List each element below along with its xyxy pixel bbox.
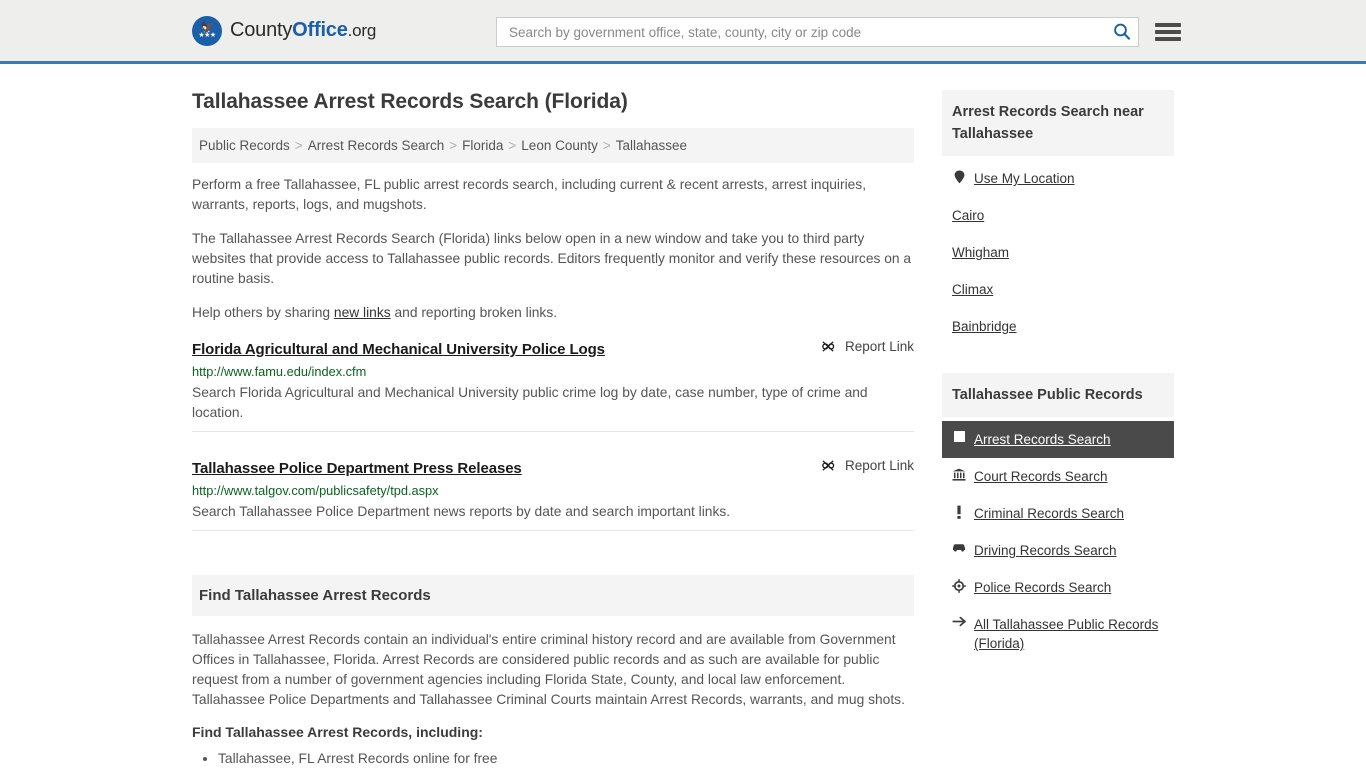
sidebar: Arrest Records Search near Tallahassee U… [942,64,1174,768]
list-item: Tallahassee, FL Arrest Records online fo… [218,748,914,768]
breadcrumb-item-arrest-records-search[interactable]: Arrest Records Search [308,138,445,153]
sidebar-near-list: Use My Location Cairo Whigham Climax Bai… [942,160,1174,345]
share-text-after: and reporting broken links. [390,305,558,320]
breadcrumb-separator: > [294,138,303,153]
intro-paragraph-3: Help others by sharing new links and rep… [192,303,914,323]
sidebar-item-climax[interactable]: Climax [942,271,1174,308]
sidebar-item-cairo[interactable]: Cairo [942,197,1174,234]
eagle-shield-icon: 🦅 ★★★ [192,15,222,46]
page-title: Tallahassee Arrest Records Search (Flori… [192,90,628,113]
sidebar-item-label: Criminal Records Search [974,506,1125,521]
main-column: Tallahassee Arrest Records Search (Flori… [192,64,914,768]
logo-text-office: Office [292,19,348,41]
new-links-link[interactable]: new links [334,305,391,320]
report-link-label: Report Link [844,339,914,354]
report-link-button[interactable]: Report Link [821,339,914,354]
result-divider [192,530,914,531]
sidebar-records-heading: Tallahassee Public Records [942,373,1174,417]
find-section-heading: Find Tallahassee Arrest Records [192,575,914,616]
sidebar-item-court-records-search[interactable]: Court Records Search [942,458,1174,495]
search-box[interactable] [496,17,1139,47]
sidebar-item-label: Driving Records Search [974,543,1117,558]
sidebar-item-all-public-records[interactable]: All Tallahassee Public Records (Florida) [942,606,1174,662]
breadcrumb: Public Records > Arrest Records Search > Flo… [192,128,914,163]
target-badge-icon [952,579,966,593]
breadcrumb-separator: > [602,138,611,153]
header-search-zone [496,17,1181,47]
intro-paragraph-1: Perform a free Tallahassee, FL public ar… [192,177,867,212]
result-description: Search Tallahassee Police Department new… [192,504,731,519]
sidebar-item-label: Arrest Records Search [974,432,1111,447]
sidebar-item-label: Court Records Search [974,469,1108,484]
breadcrumb-separator: > [449,138,458,153]
courthouse-icon [952,468,966,481]
logo-wordmark: CountyOffice.org [230,19,376,42]
car-icon [952,542,966,552]
white-square-icon [952,431,966,442]
breadcrumb-item-tallahassee[interactable]: Tallahassee [616,138,687,153]
sidebar-item-use-my-location[interactable]: Use My Location [942,160,1174,197]
result-url: http://www.famu.edu/index.cfm [192,364,367,379]
page-container: Tallahassee Arrest Records Search (Flori… [0,64,1366,768]
sidebar-item-bainbridge[interactable]: Bainbridge [942,308,1174,345]
broken-link-icon [821,339,836,354]
find-section-bullet-list: Tallahassee, FL Arrest Records online fo… [192,748,914,768]
result-item: Tallahassee Police Department Press Rele… [192,458,914,541]
sidebar-near-heading: Arrest Records Search near Tallahassee [942,90,1174,156]
result-divider [192,431,914,432]
logo-text-county: County [230,19,293,41]
sidebar-item-label: All Tallahassee Public Records (Florida) [974,617,1159,651]
sidebar-item-label: Use My Location [974,171,1075,186]
share-text-before: Help others by sharing [192,305,334,320]
breadcrumb-item-leon-county[interactable]: Leon County [521,138,598,153]
breadcrumb-separator: > [508,138,517,153]
logo-text-org: .org [347,21,377,40]
sidebar-item-label: Whigham [952,245,1010,260]
find-section-body: Tallahassee Arrest Records contain an in… [192,630,914,768]
breadcrumb-item-public-records[interactable]: Public Records [199,138,290,153]
arrow-right-icon [952,616,966,627]
map-pin-icon [952,170,966,184]
sidebar-item-criminal-records-search[interactable]: Criminal Records Search [942,495,1174,532]
report-link-button[interactable]: Report Link [821,458,914,473]
result-title-link[interactable]: Florida Agricultural and Mechanical Univ… [192,341,605,358]
result-title-link[interactable]: Tallahassee Police Department Press Rele… [192,460,522,477]
result-url: http://www.talgov.com/publicsafety/tpd.a… [192,483,439,498]
sidebar-item-arrest-records-search[interactable]: Arrest Records Search [942,421,1174,458]
sidebar-item-label: Bainbridge [952,319,1017,334]
breadcrumb-item-florida[interactable]: Florida [462,138,503,153]
site-logo[interactable]: 🦅 ★★★ CountyOffice.org [192,15,376,46]
broken-link-icon [821,458,836,473]
search-icon[interactable] [1112,22,1132,42]
search-input[interactable] [507,23,1112,41]
result-item: Florida Agricultural and Mechanical Univ… [192,339,914,442]
report-link-label: Report Link [844,458,914,473]
hamburger-menu-icon[interactable] [1155,21,1181,43]
result-description: Search Florida Agricultural and Mechanic… [192,385,868,420]
site-header: 🦅 ★★★ CountyOffice.org [0,0,1366,64]
sidebar-item-label: Climax [952,282,994,297]
exclamation-icon [952,505,966,519]
sidebar-item-whigham[interactable]: Whigham [942,234,1174,271]
sidebar-records-list: Arrest Records Search Court Records Sear… [942,421,1174,662]
sidebar-item-label: Police Records Search [974,580,1112,595]
sidebar-item-driving-records-search[interactable]: Driving Records Search [942,532,1174,569]
sidebar-item-police-records-search[interactable]: Police Records Search [942,569,1174,606]
find-section-subheading: Find Tallahassee Arrest Records, includi… [192,724,483,740]
sidebar-item-label: Cairo [952,208,985,223]
find-section-paragraph: Tallahassee Arrest Records contain an in… [192,632,905,707]
intro-paragraph-2: The Tallahassee Arrest Records Search (F… [192,231,912,286]
